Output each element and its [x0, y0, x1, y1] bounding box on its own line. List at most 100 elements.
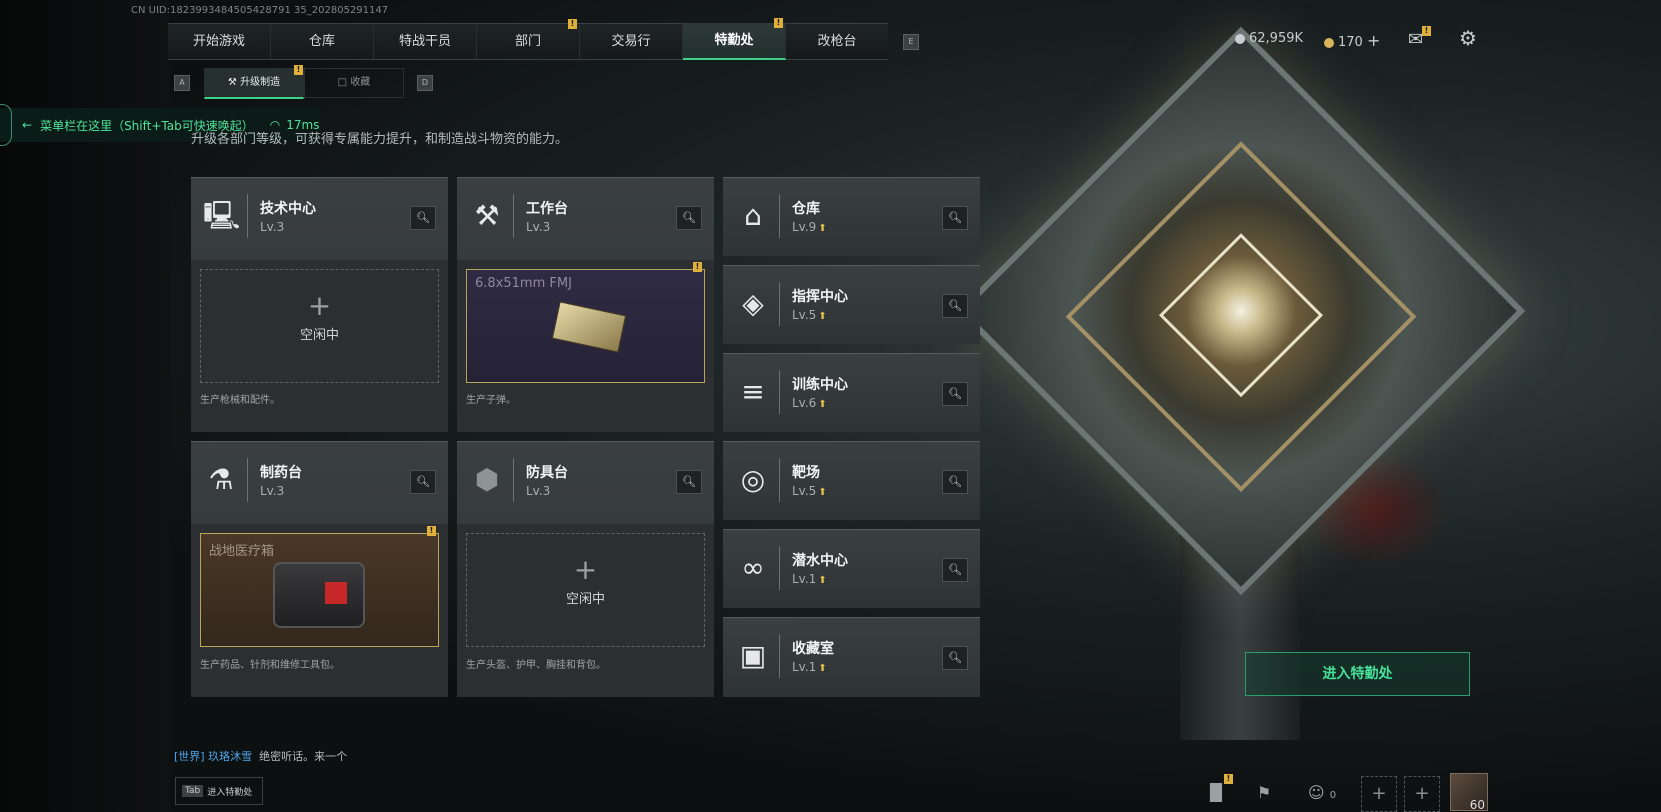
- mail-icon[interactable]: ✉ !: [1408, 26, 1431, 50]
- ammo-box-image: [551, 301, 627, 353]
- tab-warehouse[interactable]: 仓库: [271, 24, 374, 59]
- divider: [779, 546, 780, 590]
- search-icon[interactable]: 🔍︎: [942, 646, 968, 670]
- premium-amount: 170: [1338, 35, 1363, 50]
- search-icon[interactable]: 🔍︎: [942, 470, 968, 494]
- search-icon[interactable]: 🔍︎: [676, 206, 702, 230]
- slot-status: 空闲中: [299, 328, 339, 343]
- search-icon[interactable]: 🔍︎: [942, 206, 968, 230]
- card-body: + 空闲中 生产头盔、护甲、胸挂和背包。: [457, 524, 714, 697]
- nav-right-key: E: [903, 34, 919, 50]
- production-slot-active[interactable]: 6.8x51mm FMJ: [466, 269, 705, 383]
- card-header: ⚗ 制药台 Lv.3 🔍︎: [191, 442, 448, 520]
- notification-badge: !: [568, 19, 577, 29]
- upgrade-available-icon: ⬆: [818, 311, 827, 322]
- search-icon[interactable]: 🔍︎: [942, 294, 968, 318]
- facility-name: 防具台: [526, 465, 568, 481]
- add-team-slot-button[interactable]: +: [1361, 776, 1397, 812]
- facility-card-command-center[interactable]: ◈ 指挥中心 Lv.5 ⬆ 🔍︎: [723, 265, 980, 344]
- facility-level: Lv.6 ⬆: [792, 396, 827, 410]
- page-description: 升级各部门等级，可获得专属能力提升，和制造战斗物资的能力。: [191, 132, 569, 147]
- production-slot-active[interactable]: 战地医疗箱: [200, 533, 439, 647]
- shooting-range-icon: ◎: [740, 463, 766, 496]
- tab-department[interactable]: 部门!: [477, 19, 580, 59]
- premium-coin-icon: [1324, 37, 1334, 48]
- facility-card-tech-center[interactable]: 🖳 技术中心 Lv.3 🔍︎ + 空闲中 生产枪械和配件。: [191, 177, 448, 432]
- premium-balance: 170 +: [1324, 31, 1380, 50]
- facility-description: 生产头盔、护甲、胸挂和背包。: [466, 660, 606, 671]
- tab-trading[interactable]: 交易行: [580, 24, 683, 59]
- facility-description: 生产药品、针剂和维修工具包。: [200, 660, 340, 671]
- card-header: ⬢ 防具台 Lv.3 🔍︎: [457, 442, 714, 520]
- tab-start-game[interactable]: 开始游戏: [168, 24, 271, 59]
- facility-level: Lv.1 ⬆: [792, 660, 827, 674]
- divider: [247, 458, 248, 502]
- coin-icon: [1235, 33, 1245, 44]
- production-slot-empty[interactable]: + 空闲中: [200, 269, 439, 383]
- facility-card-collection-room[interactable]: ▣ 收藏室 Lv.1 ⬆ 🔍︎: [723, 617, 980, 697]
- facility-level: Lv.3: [526, 220, 551, 234]
- collection-room-icon: ▣: [739, 639, 767, 672]
- notification-badge: !: [1224, 774, 1233, 784]
- facility-name: 指挥中心: [792, 289, 848, 305]
- notification-badge: !: [774, 18, 783, 28]
- pharmacy-icon: ⚗: [208, 463, 234, 496]
- upgrade-available-icon: ⬆: [818, 399, 827, 410]
- facility-card-diving-center[interactable]: ∞ 潜水中心 Lv.1 ⬆ 🔍︎: [723, 529, 980, 608]
- friends-count: 0: [1329, 790, 1337, 801]
- add-currency-button[interactable]: +: [1367, 31, 1380, 50]
- divider: [779, 634, 780, 678]
- tab-shortcut-hint[interactable]: Tab 进入特勤处: [175, 777, 263, 805]
- top-nav: 开始游戏 仓库 特战干员 部门! 交易行 特勤处! 改枪台: [168, 18, 888, 60]
- card-body: + 空闲中 生产枪械和配件。: [191, 260, 448, 432]
- command-center-icon: ◈: [742, 287, 764, 320]
- subtab-collection[interactable]: □ 收藏: [304, 68, 404, 98]
- friends-button[interactable]: ☺ 0: [1300, 778, 1344, 808]
- chat-channel: [世界]: [174, 750, 205, 763]
- gear-icon[interactable]: ⚙: [1459, 26, 1477, 50]
- facility-card-workbench[interactable]: ⚒ 工作台 Lv.3 🔍︎ 6.8x51mm FMJ ! 生产子弹。: [457, 177, 714, 432]
- card-body: 战地医疗箱 ! 生产药品、针剂和维修工具包。: [191, 524, 448, 697]
- sub-nav: ⚒ 升级制造! □ 收藏: [204, 65, 404, 99]
- facility-name: 靶场: [792, 465, 820, 481]
- stats-icon[interactable]: ▐▌!: [1200, 774, 1233, 808]
- facility-card-training-center[interactable]: ≡ 训练中心 Lv.6 ⬆ 🔍︎: [723, 353, 980, 432]
- flag-icon[interactable]: ⚑: [1248, 778, 1280, 808]
- facility-card-pharmacy[interactable]: ⚗ 制药台 Lv.3 🔍︎ 战地医疗箱 ! 生产药品、针剂和维修工具包。: [191, 441, 448, 697]
- facility-card-warehouse[interactable]: ⌂ 仓库 Lv.9 ⬆ 🔍︎: [723, 177, 980, 256]
- tab-special-ops[interactable]: 特勤处!: [683, 18, 786, 60]
- add-team-slot-button[interactable]: +: [1404, 776, 1440, 812]
- facility-level: Lv.3: [260, 484, 285, 498]
- divider: [247, 194, 248, 238]
- search-icon[interactable]: 🔍︎: [942, 382, 968, 406]
- level-text: Lv.1: [792, 572, 817, 586]
- facility-card-shooting-range[interactable]: ◎ 靶场 Lv.5 ⬆ 🔍︎: [723, 441, 980, 520]
- facility-level: Lv.9 ⬆: [792, 220, 827, 234]
- tab-key: Tab: [182, 785, 204, 797]
- facility-name: 制药台: [260, 465, 302, 481]
- search-icon[interactable]: 🔍︎: [676, 470, 702, 494]
- friends-icon: ☺: [1307, 783, 1325, 802]
- red-cross-icon: [325, 582, 347, 604]
- tab-operators[interactable]: 特战干员: [374, 24, 477, 59]
- medkit-image: [273, 562, 365, 628]
- hint-handle: [0, 104, 12, 146]
- enter-special-ops-button[interactable]: 进入特勤处: [1245, 652, 1470, 696]
- tab-gunsmith[interactable]: 改枪台: [786, 24, 888, 59]
- card-header: 🖳 技术中心 Lv.3 🔍︎: [191, 178, 448, 256]
- notification-badge: !: [294, 65, 303, 75]
- level-text: Lv.1: [792, 660, 817, 674]
- search-icon[interactable]: 🔍︎: [942, 558, 968, 582]
- subtab-upgrade-craft[interactable]: ⚒ 升级制造!: [204, 65, 304, 99]
- chat-message[interactable]: [世界] 玖珞沐雪 绝密听话。来一个: [174, 748, 347, 764]
- facility-name: 训练中心: [792, 377, 848, 393]
- production-slot-empty[interactable]: + 空闲中: [466, 533, 705, 647]
- chat-user: 玖珞沐雪: [208, 750, 253, 763]
- subnav-left-key: A: [174, 75, 190, 91]
- player-avatar[interactable]: 60: [1450, 773, 1488, 812]
- upgrade-available-icon: ⬆: [818, 487, 827, 498]
- facility-level: Lv.3: [526, 484, 551, 498]
- facility-card-armor-bench[interactable]: ⬢ 防具台 Lv.3 🔍︎ + 空闲中 生产头盔、护甲、胸挂和背包。: [457, 441, 714, 697]
- search-icon[interactable]: 🔍︎: [410, 470, 436, 494]
- search-icon[interactable]: 🔍︎: [410, 206, 436, 230]
